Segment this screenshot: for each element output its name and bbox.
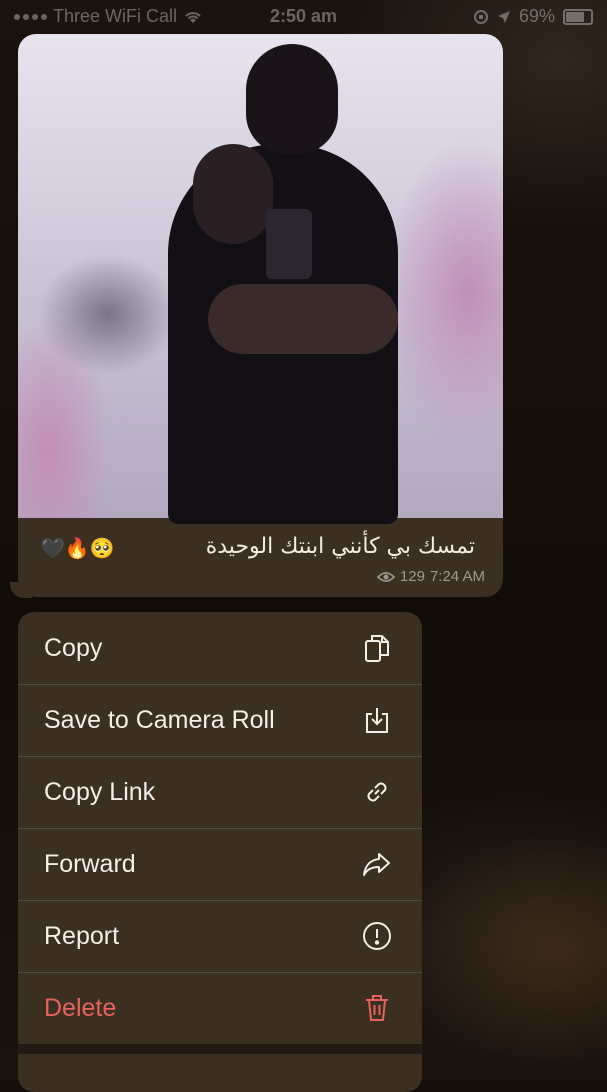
menu-item-copy[interactable]: Copy (18, 612, 422, 685)
eye-icon (376, 571, 395, 582)
orientation-lock-icon (473, 9, 488, 24)
menu-item-label: Save to Camera Roll (44, 705, 275, 734)
caption-emojis: 🖤🔥🥺 (40, 536, 115, 560)
menu-item-forward[interactable]: Forward (18, 828, 422, 901)
menu-item-copy-link[interactable]: Copy Link (18, 756, 422, 829)
status-right-group: 69% (473, 6, 593, 27)
menu-item-label: Copy (44, 633, 103, 662)
menu-item-save-to-camera-roll[interactable]: Save to Camera Roll (18, 684, 422, 757)
context-menu: Copy Save to Camera Roll Copy Link Forwa… (18, 612, 422, 1092)
location-icon (497, 10, 510, 23)
message-meta: 129 7:24 AM (376, 568, 485, 585)
photo-figure-head-second (193, 144, 273, 244)
exclamation-circle-icon (360, 919, 394, 953)
menu-item-label: Report (44, 921, 120, 950)
forward-icon (360, 847, 394, 881)
message-bubble[interactable]: تمسك بي كأنني ابنتك الوحيدة 🖤🔥🥺 129 7:24… (18, 34, 503, 597)
photo-arms (208, 284, 398, 354)
photo-figure-head (246, 44, 338, 154)
copy-icon (360, 631, 394, 665)
menu-section-divider (18, 1044, 422, 1054)
battery-icon (563, 8, 593, 25)
photo-phone (266, 209, 312, 279)
menu-item-report[interactable]: Report (18, 900, 422, 973)
trash-icon (360, 991, 394, 1025)
menu-item-delete[interactable]: Delete (18, 972, 422, 1044)
message-photo[interactable] (18, 34, 503, 524)
link-icon (360, 775, 394, 809)
menu-item-label: Forward (44, 849, 136, 878)
photo-background-people (38, 244, 178, 384)
download-icon (360, 703, 394, 737)
menu-item-label: Delete (44, 993, 117, 1022)
status-bar: Three WiFi Call 2:50 am 69% (0, 0, 607, 34)
menu-item-label: Copy Link (44, 777, 156, 806)
message-caption: تمسك بي كأنني ابنتك الوحيدة (205, 534, 475, 559)
message-time: 7:24 AM (429, 568, 485, 585)
view-count: 129 (399, 568, 425, 585)
battery-percent: 69% (518, 6, 555, 26)
